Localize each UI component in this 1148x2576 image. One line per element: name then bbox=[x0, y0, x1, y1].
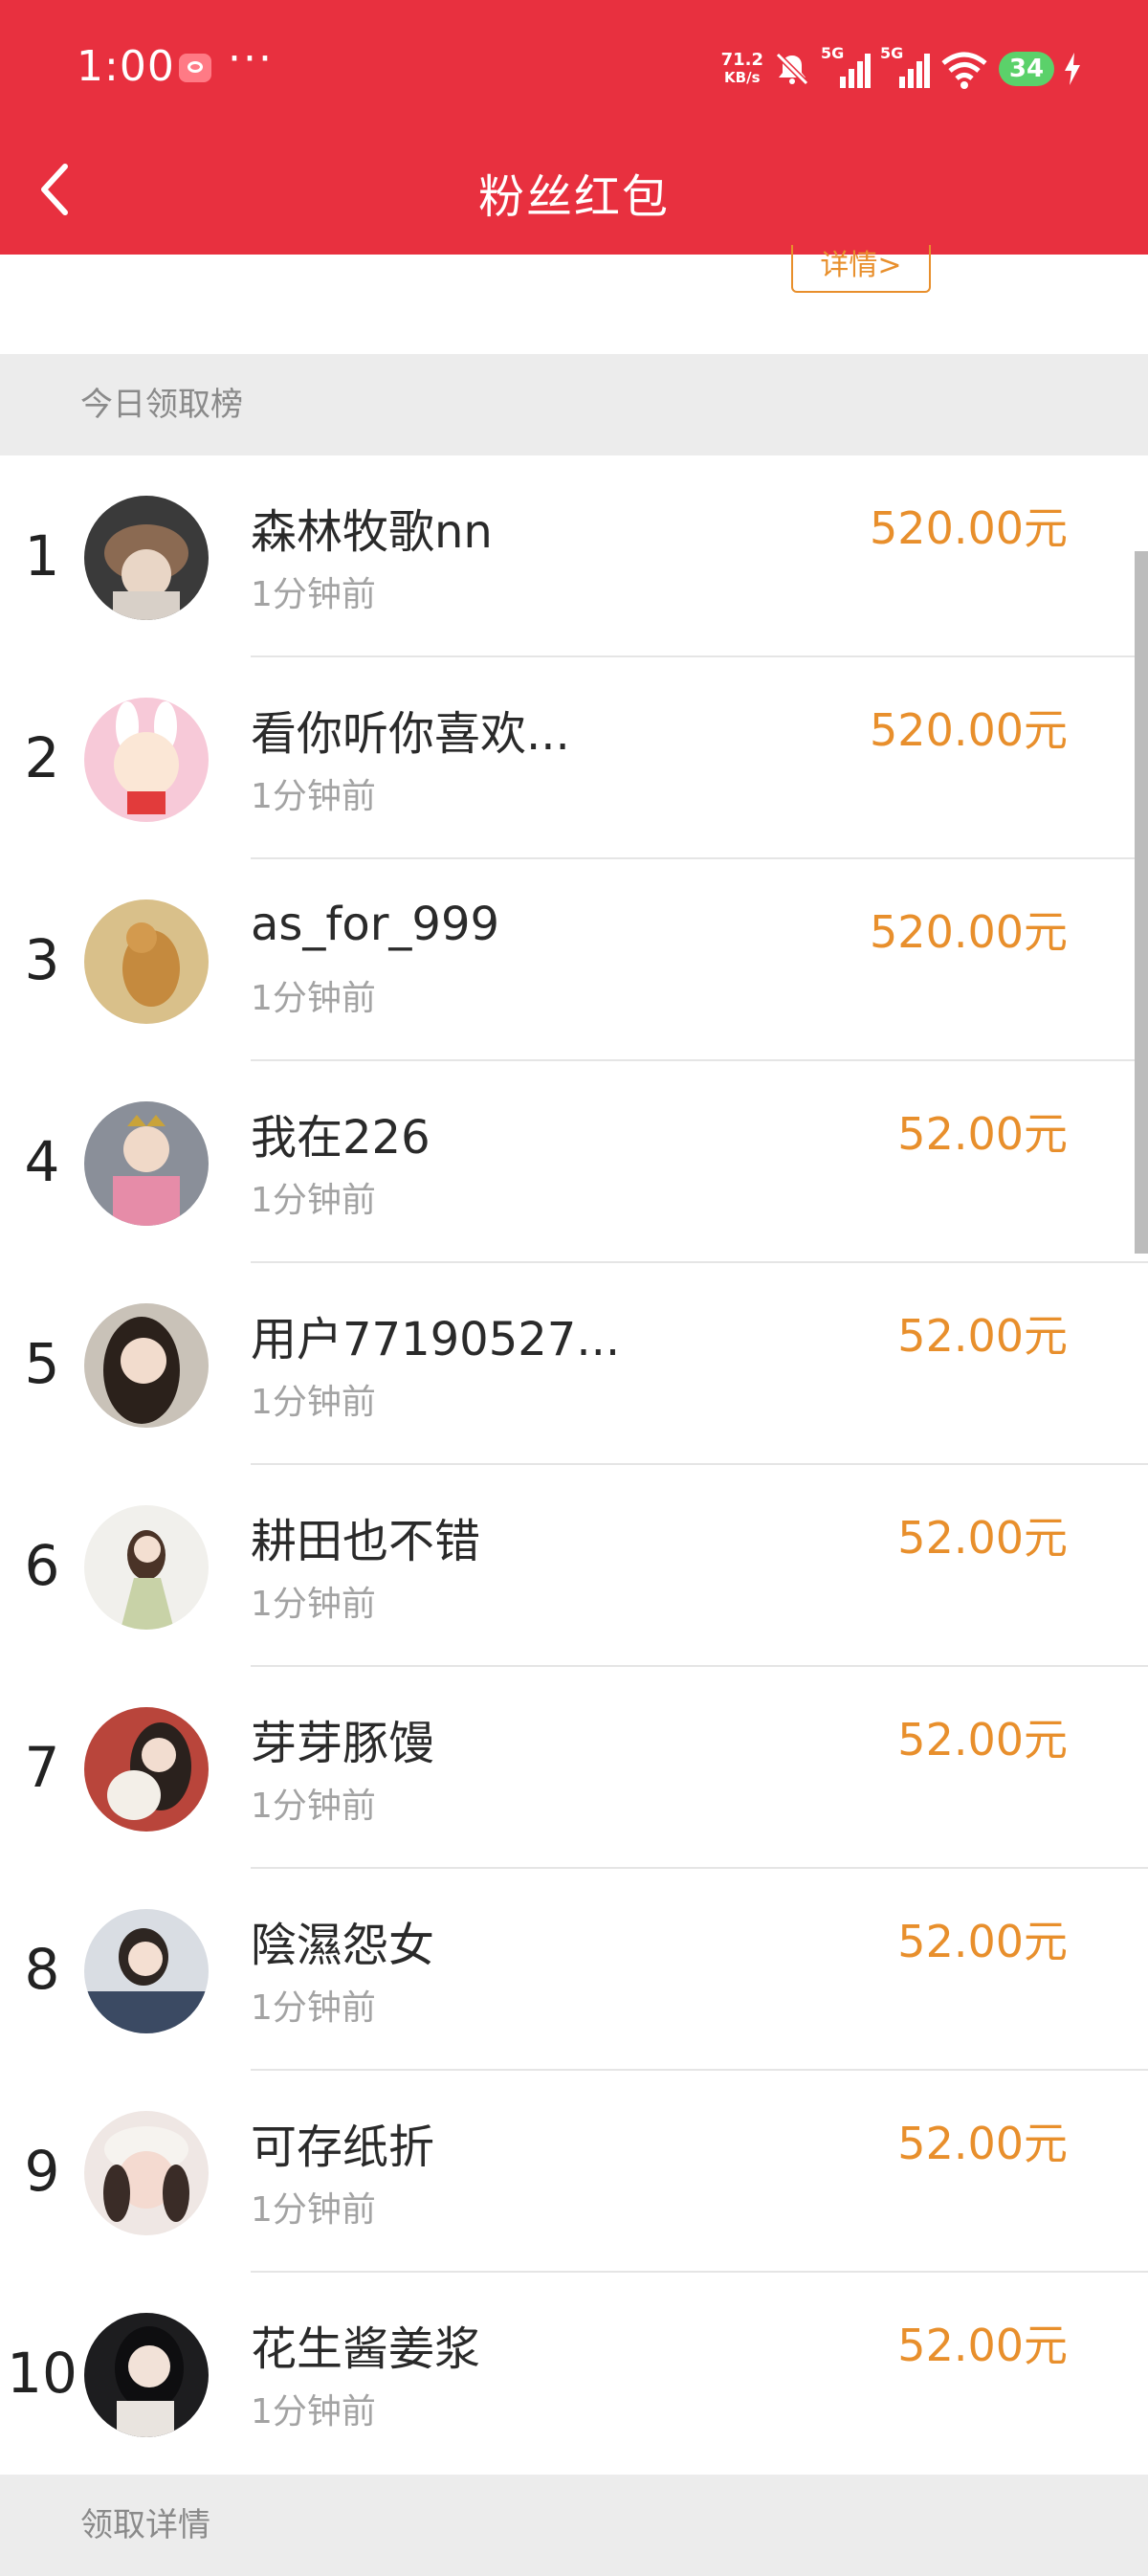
claim-time: 1分钟前 bbox=[251, 2190, 376, 2230]
avatar[interactable] bbox=[84, 1303, 209, 1428]
avatar[interactable] bbox=[84, 698, 209, 822]
red-packet-amount: 52.00元 bbox=[897, 1916, 1068, 1967]
leaderboard-row[interactable]: 10 花生酱姜浆 1分钟前 52.00元 bbox=[0, 2273, 1148, 2475]
user-name: 花生酱姜浆 bbox=[251, 2322, 481, 2376]
claim-time: 1分钟前 bbox=[251, 979, 376, 1018]
avatar[interactable] bbox=[84, 1101, 209, 1226]
leaderboard-row[interactable]: 9 可存纸折 1分钟前 52.00元 bbox=[0, 2071, 1148, 2273]
battery-indicator: 34 bbox=[999, 52, 1054, 86]
rank-number: 5 bbox=[24, 1331, 60, 1396]
rank-number: 7 bbox=[24, 1735, 60, 1800]
red-packet-amount: 52.00元 bbox=[897, 2118, 1068, 2169]
rank-number: 2 bbox=[24, 725, 60, 790]
status-icons: 71.2 KB/s 5G 5G 34 bbox=[721, 42, 1081, 96]
rank-number: 10 bbox=[7, 2341, 77, 2406]
red-packet-amount: 520.00元 bbox=[870, 704, 1068, 756]
leaderboard-row[interactable]: 1 森林牧歌nn 1分钟前 520.00元 bbox=[0, 455, 1148, 657]
avatar[interactable] bbox=[84, 2313, 209, 2437]
leaderboard-row[interactable]: 6 耕田也不错 1分钟前 52.00元 bbox=[0, 1465, 1148, 1667]
red-packet-amount: 520.00元 bbox=[870, 906, 1068, 958]
page-title: 粉丝红包 bbox=[477, 170, 670, 224]
user-name: as_for_999 bbox=[251, 898, 500, 951]
red-packet-amount: 52.00元 bbox=[897, 2320, 1068, 2371]
network-speed: 71.2 KB/s bbox=[720, 50, 763, 86]
header-bar: 1:00 ··· 71.2 KB/s 5G 5G 34 粉丝红包 bbox=[0, 0, 1148, 255]
user-name: 陰濕怨女 bbox=[251, 1919, 435, 1972]
wifi-icon bbox=[941, 52, 987, 89]
user-name: 我在226 bbox=[251, 1111, 430, 1165]
user-name: 用户77190527... bbox=[251, 1313, 621, 1366]
claim-time: 1分钟前 bbox=[251, 2392, 376, 2432]
claim-time: 1分钟前 bbox=[251, 1787, 376, 1826]
avatar[interactable] bbox=[84, 496, 209, 620]
claim-time: 1分钟前 bbox=[251, 1383, 376, 1422]
leaderboard-section-title: 今日领取榜 bbox=[0, 354, 1148, 455]
leaderboard-row[interactable]: 4 我在226 1分钟前 52.00元 bbox=[0, 1061, 1148, 1263]
claim-time: 1分钟前 bbox=[251, 1988, 376, 2028]
claim-time: 1分钟前 bbox=[251, 575, 376, 614]
leaderboard-row[interactable]: 2 看你听你喜欢... 1分钟前 520.00元 bbox=[0, 657, 1148, 859]
user-name: 耕田也不错 bbox=[251, 1515, 481, 1568]
user-name: 芽芽豚馒 bbox=[251, 1717, 435, 1770]
red-packet-summary-card: 详情> bbox=[0, 245, 1148, 354]
red-packet-amount: 520.00元 bbox=[870, 502, 1068, 554]
bell-muted-icon bbox=[775, 52, 809, 86]
rank-number: 1 bbox=[24, 523, 60, 588]
rank-number: 6 bbox=[24, 1533, 60, 1598]
rank-number: 3 bbox=[24, 927, 60, 992]
avatar[interactable] bbox=[84, 1707, 209, 1832]
red-packet-amount: 52.00元 bbox=[897, 1714, 1068, 1765]
details-button[interactable]: 详情> bbox=[791, 245, 931, 293]
more-notifications-icon: ··· bbox=[228, 34, 274, 83]
status-time: 1:00 bbox=[77, 42, 175, 91]
leaderboard-list: 1 森林牧歌nn 1分钟前 520.00元 2 看你听你喜欢... 1分钟前 5… bbox=[0, 455, 1148, 2475]
red-packet-amount: 52.00元 bbox=[897, 1108, 1068, 1160]
rank-number: 9 bbox=[24, 2139, 60, 2204]
scrollbar[interactable] bbox=[1135, 551, 1148, 1254]
claim-time: 1分钟前 bbox=[251, 1181, 376, 1220]
leaderboard-row[interactable]: 3 as_for_999 1分钟前 520.00元 bbox=[0, 859, 1148, 1061]
signal-5g-icon-2: 5G bbox=[880, 44, 930, 90]
avatar[interactable] bbox=[84, 2111, 209, 2235]
red-packet-amount: 52.00元 bbox=[897, 1310, 1068, 1362]
leaderboard-row[interactable]: 5 用户77190527... 1分钟前 52.00元 bbox=[0, 1263, 1148, 1465]
claim-time: 1分钟前 bbox=[251, 777, 376, 816]
avatar[interactable] bbox=[84, 1505, 209, 1630]
user-name: 看你听你喜欢... bbox=[251, 707, 570, 761]
claim-time: 1分钟前 bbox=[251, 1585, 376, 1624]
avatar[interactable] bbox=[84, 1909, 209, 2033]
weibo-notification-icon bbox=[179, 54, 211, 82]
user-name: 森林牧歌nn bbox=[251, 505, 493, 559]
user-name: 可存纸折 bbox=[251, 2121, 435, 2174]
leaderboard-row[interactable]: 7 芽芽豚馒 1分钟前 52.00元 bbox=[0, 1667, 1148, 1869]
rank-number: 8 bbox=[24, 1937, 60, 2002]
avatar[interactable] bbox=[84, 899, 209, 1024]
charging-icon bbox=[1065, 53, 1080, 85]
red-packet-amount: 52.00元 bbox=[897, 1512, 1068, 1564]
signal-5g-icon: 5G bbox=[821, 44, 871, 90]
leaderboard-row[interactable]: 8 陰濕怨女 1分钟前 52.00元 bbox=[0, 1869, 1148, 2071]
claim-details-section-title: 领取详情 bbox=[0, 2475, 1148, 2576]
rank-number: 4 bbox=[24, 1129, 60, 1194]
